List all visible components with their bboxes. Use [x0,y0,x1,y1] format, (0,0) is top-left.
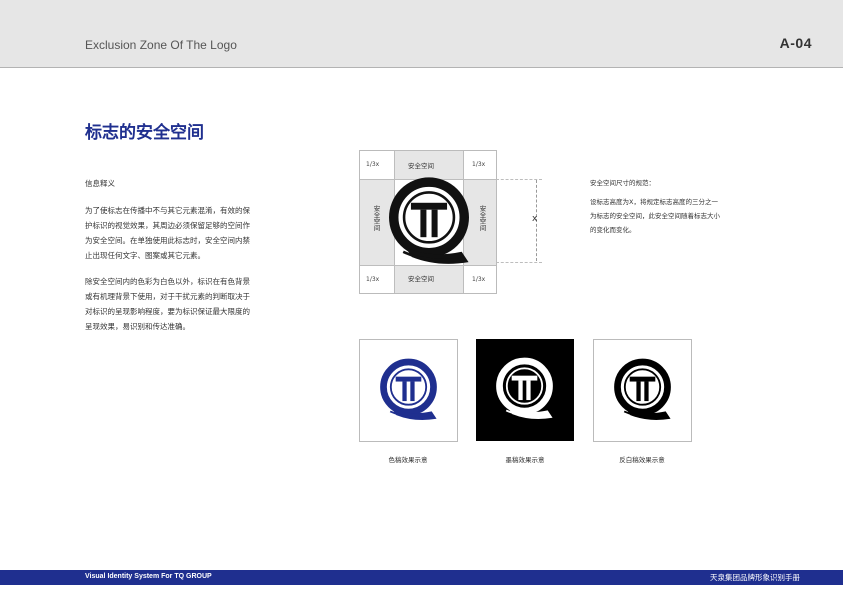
page-number: A-04 [779,35,812,51]
spec-title: 安全空间尺寸的规范： [590,179,655,187]
black-sample-caption: 墨稿效果示意 [505,456,545,464]
page-header: Exclusion Zone Of The Logo A-04 [0,0,843,68]
corner-label-bottom-right: 1/3x [472,276,486,283]
dimension-label: x [532,214,538,224]
exclusion-zone-diagram: 1/3x 1/3x 1/3x 1/3x 安全空间 安全空间 安全空间 安全空间 [359,150,497,294]
zone-label-top: 安全空间 [408,162,434,170]
color-version-sample [359,339,458,442]
spec-body: 设标志高度为X，将规定标志高度的三分之一为标志的安全空间，此安全空间随着标志大小… [590,198,720,234]
corner-label-top-right: 1/3x [472,161,486,168]
zone-label-left: 安全空间 [372,205,380,231]
section-subheading: 信息释义 [85,179,115,188]
color-sample-caption: 色稿效果示意 [388,456,428,464]
tq-logo-icon [614,358,671,420]
tq-logo-icon [389,177,469,264]
tq-logo-icon [496,357,553,419]
black-version-sample [476,339,574,441]
guide-line-bottom [496,262,542,263]
section-title: 标志的安全空间 [85,123,204,143]
zone-label-right: 安全空间 [478,205,486,231]
footer-right-text: 天泉集团品牌形象识别手册 [710,573,800,582]
footer-left-text: Visual Identity System For TQ GROUP [85,573,212,580]
inverse-sample-caption: 反白稿效果示意 [619,456,665,464]
corner-label-bottom-left: 1/3x [366,276,380,283]
page-footer: Visual Identity System For TQ GROUP 天泉集团… [0,570,843,585]
header-title: Exclusion Zone Of The Logo [85,38,237,52]
inverse-version-sample [593,339,692,442]
tq-logo-icon [380,358,437,420]
corner-label-top-left: 1/3x [366,161,380,168]
zone-label-bottom: 安全空间 [408,275,434,283]
paragraph-2: 除安全空间内的色彩为白色以外，标识在有色背景或有机理背景下使用，对于干扰元素的判… [85,277,250,331]
paragraph-1: 为了使标志在传播中不与其它元素混淆，有效的保护标识的视觉效果，其周边必须保留足够… [85,206,250,260]
